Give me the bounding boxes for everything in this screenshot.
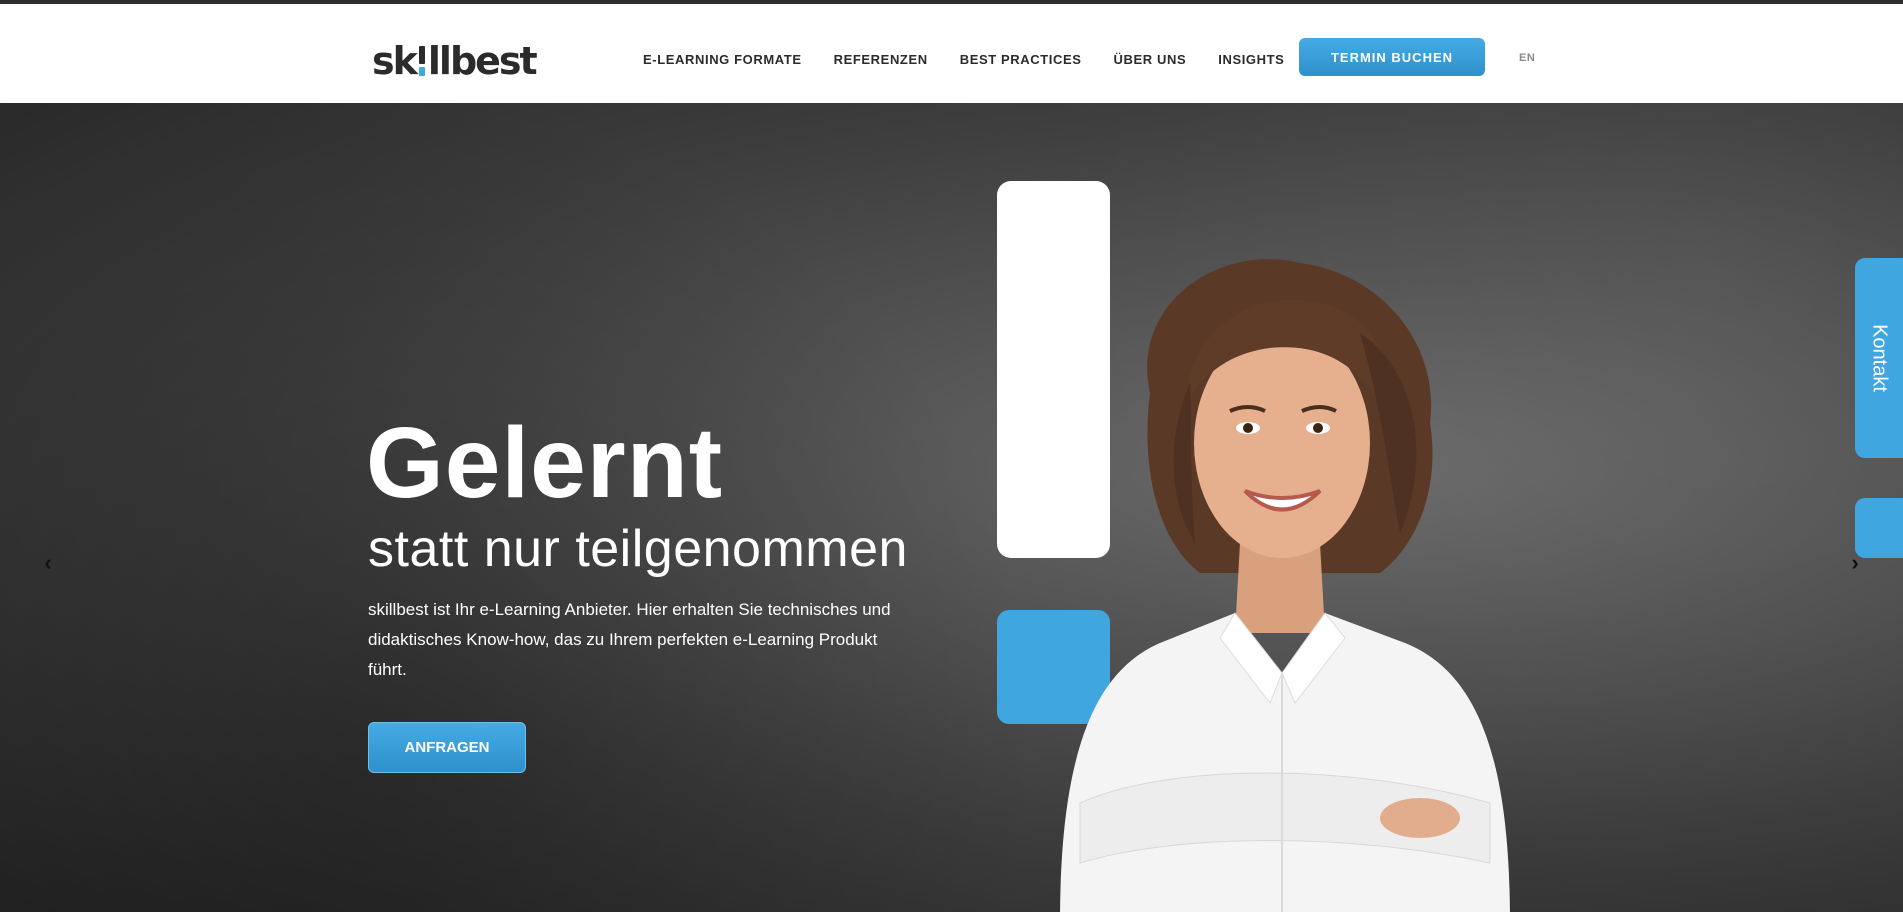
chevron-left-icon[interactable]: ‹: [38, 550, 58, 575]
site-header: sk llbest E-LEARNING FORMATE REFERENZEN …: [0, 4, 1903, 103]
hero-subline: statt nur teilgenommen: [368, 520, 908, 578]
side-tab-secondary[interactable]: [1855, 498, 1903, 558]
hero-headline: Gelernt: [366, 407, 724, 519]
nav-item-ueber-uns[interactable]: ÜBER UNS: [1114, 52, 1187, 67]
hero-person-image: [1060, 259, 1510, 912]
nav-item-best-practices[interactable]: BEST PRACTICES: [960, 52, 1082, 67]
anfragen-button[interactable]: ANFRAGEN: [368, 722, 526, 773]
hero-section: Gelernt statt nur teilgenommen skillbest…: [0, 103, 1903, 912]
kontakt-side-tab[interactable]: Kontakt: [1855, 258, 1903, 458]
main-navigation: E-LEARNING FORMATE REFERENZEN BEST PRACT…: [643, 52, 1316, 67]
nav-item-referenzen[interactable]: REFERENZEN: [834, 52, 928, 67]
nav-item-insights[interactable]: INSIGHTS: [1218, 52, 1284, 67]
logo-text-right: llbest: [427, 39, 538, 83]
skillbest-logo[interactable]: sk llbest: [372, 34, 538, 83]
logo-text-left: sk: [372, 39, 418, 83]
hero-intro-text: skillbest ist Ihr e-Learning Anbieter. H…: [368, 600, 891, 679]
nav-item-e-learning-formate[interactable]: E-LEARNING FORMATE: [643, 52, 802, 67]
kontakt-label: Kontakt: [1868, 324, 1891, 392]
logo-exclamation-mark: [418, 46, 425, 76]
language-switch[interactable]: EN: [1519, 52, 1535, 64]
termin-buchen-button[interactable]: TERMIN BUCHEN: [1299, 38, 1485, 76]
